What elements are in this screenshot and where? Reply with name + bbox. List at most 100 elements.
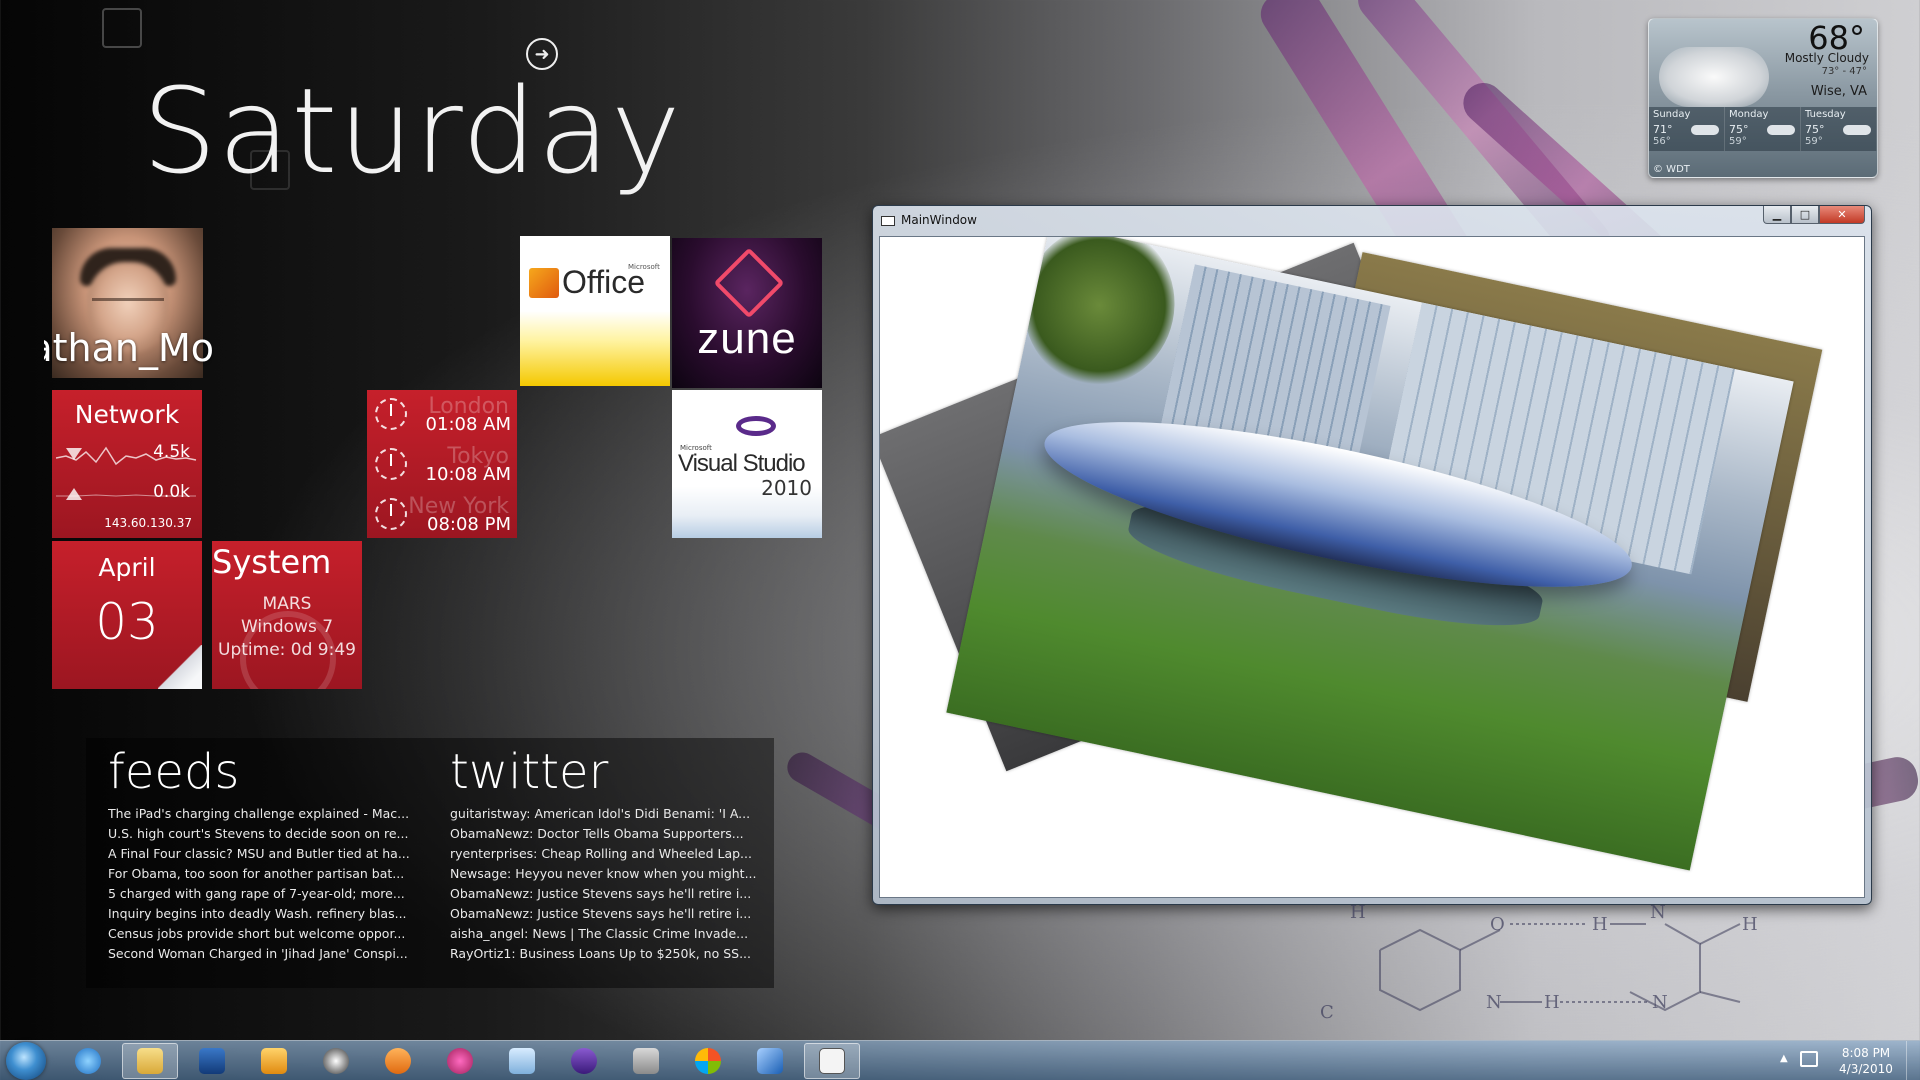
weather-credit: © WDT [1653, 164, 1690, 175]
taskbar-windows-explorer[interactable] [122, 1043, 178, 1079]
dna-bonds [1379, 923, 1741, 1012]
clock-row: New York 08:08 PM [367, 490, 517, 538]
tweet-item[interactable]: ObamaNewz: Doctor Tells Obama Supporters… [450, 824, 770, 844]
forecast-day: Tuesday 75° 59° [1801, 107, 1877, 151]
zune-name: zune [697, 314, 797, 363]
owl-icon [323, 1048, 349, 1074]
calendar-date: 03 [95, 593, 159, 651]
tray-overflow-icon[interactable]: ▲ [1780, 1053, 1788, 1064]
world-clock-tile[interactable]: London 01:08 AM Tokyo 10:08 AM New York … [367, 390, 517, 538]
forecast-day-name: Tuesday [1805, 109, 1846, 120]
clock-icon [375, 448, 407, 480]
taskbar-messenger[interactable] [308, 1043, 364, 1079]
feeds-column: feeds The iPad's charging challenge expl… [108, 744, 428, 964]
network-down-value: 4.5k [153, 442, 190, 462]
profile-glasses [92, 298, 164, 308]
main-window[interactable]: MainWindow ▁ □ ✕ [872, 205, 1872, 905]
feed-item[interactable]: Second Woman Charged in 'Jihad Jane' Con… [108, 944, 428, 964]
window-controls: ▁ □ ✕ [1763, 206, 1865, 224]
window-client-area[interactable] [879, 236, 1865, 898]
tweet-item[interactable]: ObamaNewz: Justice Stevens says he'll re… [450, 884, 770, 904]
folder-icon [137, 1048, 163, 1074]
visual-studio-tile[interactable]: Microsoft Visual Studio 2010 [672, 390, 822, 538]
taskbar-visual-studio[interactable] [556, 1043, 612, 1079]
maximize-button[interactable]: □ [1791, 206, 1819, 224]
next-arrow-button[interactable]: ➜ [526, 38, 558, 70]
dna-diagram: O H N H N H C H N [1320, 902, 1800, 1040]
window-app-icon [819, 1048, 845, 1074]
page-curl-icon [158, 645, 202, 689]
system-info: MARS Windows 7 Uptime: 0d 9:49 [212, 593, 362, 662]
tweet-item[interactable]: RayOrtiz1: Business Loans Up to $250k, n… [450, 944, 770, 964]
clock-time: 08:08 PM [427, 514, 511, 535]
taskbar-task-manager[interactable] [618, 1043, 674, 1079]
photo-tree [1009, 237, 1190, 400]
show-desktop-button[interactable] [1906, 1041, 1920, 1080]
calendar-tile[interactable]: April 03 [52, 541, 202, 689]
network-tray-icon[interactable] [1800, 1051, 1818, 1067]
clock-row: London 01:08 AM [367, 390, 517, 439]
network-ip: 143.60.130.37 [104, 516, 192, 530]
taskbar-mainwindow[interactable] [804, 1043, 860, 1079]
office-tile[interactable]: Microsoft Office [520, 236, 670, 386]
tweet-item[interactable]: Newsage: Heyyou never know when you migh… [450, 864, 770, 884]
taskbar-time: 8:08 PM [1841, 1046, 1891, 1060]
taskbar: ▲ 8:08 PM 4/3/2010 [0, 1040, 1920, 1080]
feed-item[interactable]: Census jobs provide short but welcome op… [108, 924, 428, 944]
picture-icon [509, 1048, 535, 1074]
network-up-value: 0.0k [153, 482, 190, 502]
calendar-month: April [98, 553, 156, 582]
clock-icon [375, 498, 407, 530]
profile-name: Jonathan_Mo [44, 326, 214, 370]
network-tile[interactable]: Network 4.5k 0.0k 143.60.130.37 [52, 390, 202, 538]
powershell-icon [199, 1048, 225, 1074]
desktop-icon[interactable] [102, 8, 142, 48]
twitter-column: twitter guitaristway: American Idol's Di… [450, 744, 770, 964]
taskbar-photo-viewer[interactable] [494, 1043, 550, 1079]
feed-item[interactable]: For Obama, too soon for another partisan… [108, 864, 428, 884]
zune-logo-icon [713, 247, 785, 319]
forecast-low: 59° [1805, 136, 1823, 147]
system-tile[interactable]: System MARS Windows 7 Uptime: 0d 9:49 [212, 541, 362, 689]
zune-tile[interactable]: zune [672, 238, 822, 388]
taskbar-outlook[interactable] [246, 1043, 302, 1079]
taskbar-remote-desktop[interactable] [742, 1043, 798, 1079]
tweet-item[interactable]: aisha_angel: News | The Classic Crime In… [450, 924, 770, 944]
feed-item[interactable]: Inquiry begins into deadly Wash. refiner… [108, 904, 428, 924]
vs-name: Visual Studio [678, 450, 806, 477]
cloud-icon [1691, 125, 1719, 135]
visual-studio-logo-icon [736, 416, 776, 436]
taskbar-paint-app[interactable] [432, 1043, 488, 1079]
taskbar-media-player[interactable] [370, 1043, 426, 1079]
feed-item[interactable]: 5 charged with gang rape of 7-year-old; … [108, 884, 428, 904]
visual-studio-icon [571, 1048, 597, 1074]
weather-range: 73° - 47° [1821, 66, 1867, 77]
weather-gadget[interactable]: 68° Mostly Cloudy 73° - 47° Wise, VA Sun… [1648, 18, 1878, 178]
taskbar-internet-explorer[interactable] [60, 1043, 116, 1079]
feed-item[interactable]: A Final Four classic? MSU and Butler tie… [108, 844, 428, 864]
tweet-item[interactable]: ObamaNewz: Justice Stevens says he'll re… [450, 904, 770, 924]
tweet-item[interactable]: guitaristway: American Idol's Didi Benam… [450, 804, 770, 824]
day-heading: Saturday [142, 62, 682, 200]
feed-item[interactable]: The iPad's charging challenge explained … [108, 804, 428, 824]
clock-row: Tokyo 10:08 AM [367, 440, 517, 489]
weather-location: Wise, VA [1810, 84, 1867, 99]
taskbar-clock[interactable]: 8:08 PM 4/3/2010 [1826, 1045, 1906, 1077]
starburst-icon [447, 1048, 473, 1074]
taskbar-windows-logo[interactable] [680, 1043, 736, 1079]
taskbar-powershell[interactable] [184, 1043, 240, 1079]
window-titlebar[interactable]: MainWindow ▁ □ ✕ [873, 206, 1871, 236]
twitter-heading: twitter [450, 744, 609, 800]
office-name: Office [562, 264, 645, 300]
feed-item[interactable]: U.S. high court's Stevens to decide soon… [108, 824, 428, 844]
minimize-button[interactable]: ▁ [1763, 206, 1791, 224]
cloud-icon [1843, 125, 1871, 135]
feeds-heading: feeds [108, 744, 240, 800]
window-app-icon[interactable] [881, 216, 895, 226]
close-button[interactable]: ✕ [1819, 206, 1865, 224]
window-title: MainWindow [901, 213, 977, 227]
tweet-item[interactable]: ryenterprises: Cheap Rolling and Wheeled… [450, 844, 770, 864]
forecast-low: 56° [1653, 136, 1671, 147]
media-player-icon [385, 1048, 411, 1074]
start-button[interactable] [6, 1042, 46, 1080]
